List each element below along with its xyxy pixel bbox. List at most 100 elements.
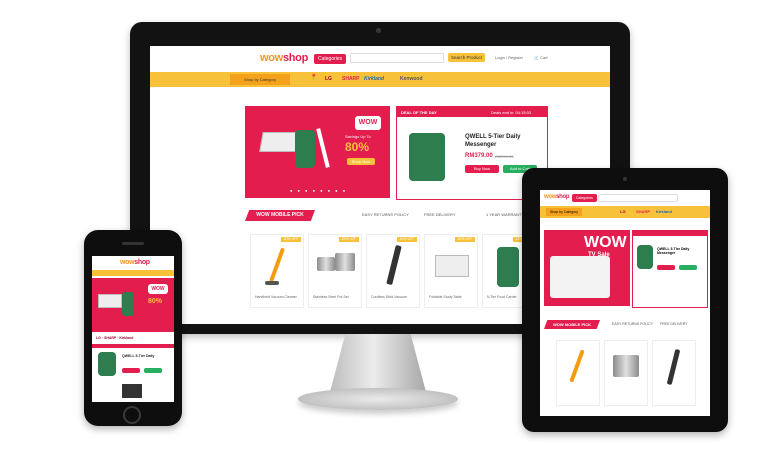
tablet-categories-button[interactable]: Categories: [572, 194, 597, 202]
hero-headline: Savings Up To: [345, 134, 371, 139]
feature-delivery: FREE DELIVERY: [424, 212, 456, 217]
phone-home-button[interactable]: [123, 406, 141, 424]
tablet-camera: [623, 177, 627, 181]
product-image: [317, 257, 335, 271]
hero-shop-button[interactable]: Shop Now: [347, 158, 375, 165]
phone-buy-button[interactable]: [122, 368, 140, 373]
feature-returns: EASY RETURNS POLICY: [362, 212, 409, 217]
feature-warranty: 1 YEAR WARRANTY: [486, 212, 525, 217]
product-card[interactable]: 30% OFF Handheld Vacuum Cleaner: [250, 234, 304, 308]
tablet-deal-title[interactable]: QWELL 5-Tier Daily Messenger: [657, 247, 703, 255]
product-card[interactable]: 30% OFF Cordless Stick Vacuum: [366, 234, 420, 308]
brand-kirkland[interactable]: Kirkland: [364, 76, 384, 82]
product-image: [386, 244, 402, 286]
product-image: [497, 247, 519, 287]
brand-kenwood[interactable]: Kenwood: [400, 76, 423, 82]
tablet-search-input[interactable]: [598, 194, 678, 202]
shop-by-category-dropdown[interactable]: Shop by Category: [230, 74, 290, 85]
tablet-product-card[interactable]: [556, 340, 600, 406]
tablet-deal-panel: QWELL 5-Tier Daily Messenger: [632, 230, 708, 308]
product-card[interactable]: 25% OFF Stainless Steel Pot Set: [308, 234, 362, 308]
phone-brand-strip[interactable]: LG · SHARP · Kirkland: [96, 336, 133, 340]
tablet-cart-button[interactable]: [679, 265, 697, 270]
cart-link[interactable]: 🛒 Cart: [534, 55, 548, 60]
tablet-product-image: [569, 349, 585, 383]
deal-product-image[interactable]: [409, 133, 445, 181]
tablet-category-dropdown[interactable]: Shop by Category: [546, 208, 582, 216]
tablet: wowshop Categories Shop by Category LG S…: [522, 168, 728, 432]
categories-button[interactable]: Categories: [314, 54, 347, 64]
product-image: [268, 247, 286, 283]
tablet-brand-sharp[interactable]: SHARP: [636, 209, 650, 214]
product-caption: Handheld Vacuum Cleaner: [255, 295, 297, 299]
phone-screen: wowshop WOW 80% LG · SHARP · Kirkland QW…: [92, 256, 174, 402]
discount-tag: 30% OFF: [397, 237, 417, 242]
product-caption: Cordless Stick Vacuum: [371, 295, 407, 299]
phone-deal-image[interactable]: [98, 352, 116, 376]
phone-speaker: [122, 242, 144, 245]
deal-bar: DEAL OF THE DAY Deals end in: 04:15:03: [397, 107, 547, 117]
phone-hero-image: [98, 294, 122, 308]
hero-banner[interactable]: WOW Savings Up To 80% Shop Now ● ● ● ● ●…: [245, 106, 390, 198]
carousel-dots[interactable]: ● ● ● ● ● ● ● ●: [290, 188, 347, 193]
tablet-product-card[interactable]: [604, 340, 648, 406]
phone-hero-carrier: [122, 292, 134, 316]
tablet-hero-sub: TV Sale: [588, 252, 610, 258]
phone-logo[interactable]: wowshop: [120, 259, 150, 266]
login-link[interactable]: Login / Register: [495, 55, 523, 60]
search-button[interactable]: Search Product: [448, 53, 486, 62]
deal-title: DEAL OF THE DAY: [401, 110, 437, 115]
smartphone: wowshop WOW 80% LG · SHARP · Kirkland QW…: [84, 230, 182, 426]
hero-carrier-image: [295, 130, 315, 168]
tablet-nav-bar: Shop by Category LG SHARP Kirkland: [540, 206, 710, 218]
tablet-hero[interactable]: WOW TV Sale: [544, 230, 630, 306]
phone-hero-percent: 80%: [148, 298, 163, 305]
hero-percent: 80%: [345, 140, 370, 154]
tablet-hero-text: WOW: [584, 234, 627, 251]
phone-hero[interactable]: WOW 80%: [92, 278, 174, 332]
tablet-logo[interactable]: wowshop: [544, 194, 570, 200]
product-caption: 5-Tier Food Carrier: [487, 295, 517, 299]
product-image: [435, 255, 469, 277]
phone-deal-title[interactable]: QWELL 5-Tier Daily: [122, 354, 170, 358]
tablet-brand-kirkland[interactable]: Kirkland: [656, 209, 672, 214]
cart-label: Cart: [540, 55, 548, 60]
hero-vacuum-image: [316, 128, 330, 168]
phone-nav-bar[interactable]: [92, 270, 174, 276]
tablet-hero-image: [550, 256, 610, 298]
product-caption: Stainless Steel Pot Set: [313, 295, 349, 299]
buy-now-button[interactable]: Buy Now: [465, 165, 499, 173]
tablet-feature-returns: EASY RETURNS POLICY: [612, 322, 653, 326]
tablet-deal-image[interactable]: [637, 245, 653, 269]
monitor-stand: [330, 334, 426, 392]
section-ribbon: WOW MOBILE PICK: [245, 210, 315, 221]
tablet-product-card[interactable]: [652, 340, 696, 406]
phone-wow-badge: WOW: [148, 284, 168, 294]
tablet-buy-button[interactable]: [657, 265, 675, 270]
tablet-brand-lg[interactable]: LG: [620, 209, 626, 214]
phone-deal-bar: [92, 344, 174, 348]
monitor-base: [298, 388, 458, 410]
location-icon: 📍: [310, 75, 318, 81]
product-card[interactable]: 20% OFF Foldable Study Table: [424, 234, 478, 308]
product-image-2: [335, 253, 355, 271]
product-caption: Foldable Study Table: [429, 295, 462, 299]
phone-product-thumb[interactable]: [122, 384, 142, 398]
tablet-feature-delivery: FREE DELIVERY: [660, 322, 688, 326]
deal-title-line2: Messenger: [465, 142, 497, 148]
discount-tag: 25% OFF: [339, 237, 359, 242]
deal-product-title[interactable]: QWELL 5-Tier Daily Messenger: [465, 133, 520, 149]
brand-lg[interactable]: LG: [325, 76, 332, 82]
product-image-base: [265, 281, 279, 285]
site-header: wowshop Categories Search Product Login …: [150, 46, 610, 72]
search-input[interactable]: [350, 53, 444, 63]
brand-sharp[interactable]: SHARP: [342, 76, 360, 82]
site-logo[interactable]: wowshop: [260, 52, 308, 64]
deal-old-price: RM599.00: [495, 154, 514, 159]
tablet-deal-bar: [633, 231, 707, 236]
nav-bar: Shop by Category 📍 LG SHARP Kirkland Ken…: [150, 72, 610, 87]
wow-badge: WOW: [355, 116, 381, 130]
tablet-product-image: [666, 348, 681, 386]
deal-title-line1: QWELL 5-Tier Daily: [465, 134, 521, 140]
phone-cart-button[interactable]: [144, 368, 162, 373]
